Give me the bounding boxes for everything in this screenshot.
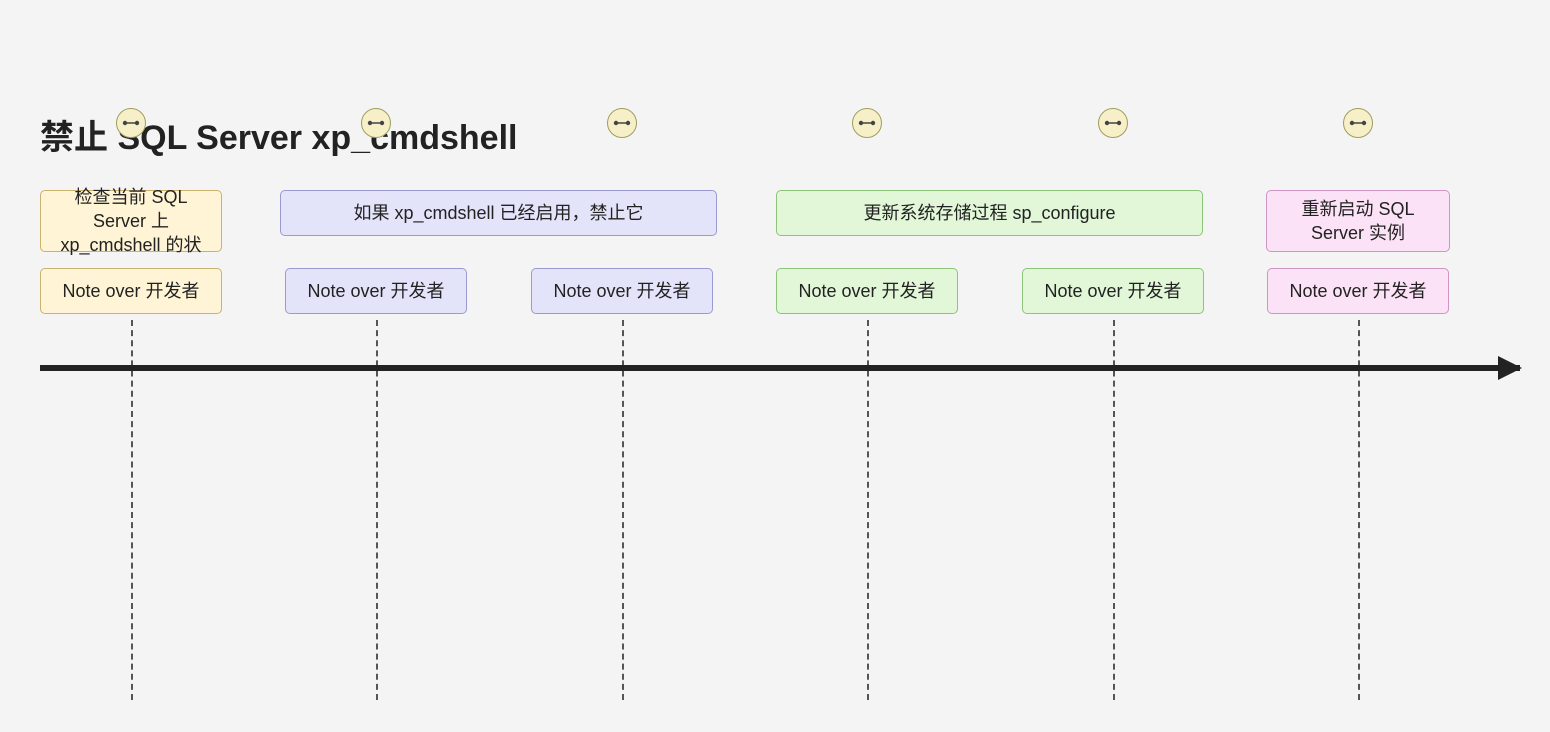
note-box: Note over 开发者 (776, 268, 958, 314)
timeline-lifeline (1113, 320, 1115, 700)
timeline-lifeline (867, 320, 869, 700)
section-box: 更新系统存储过程 sp_configure (776, 190, 1203, 236)
section-box: 重新启动 SQL Server 实例 (1266, 190, 1450, 252)
note-label: Note over 开发者 (798, 279, 935, 303)
section-box: 检查当前 SQL Server 上 xp_cmdshell 的状 (40, 190, 222, 252)
diagram-title: 禁止 SQL Server xp_cmdshell (40, 110, 517, 159)
note-label: Note over 开发者 (307, 279, 444, 303)
section-label: 检查当前 SQL Server 上 xp_cmdshell 的状 (51, 185, 211, 258)
timeline-node-icon (1098, 108, 1128, 138)
note-label: Note over 开发者 (553, 279, 690, 303)
note-label: Note over 开发者 (1289, 279, 1426, 303)
timeline-node-icon (852, 108, 882, 138)
timeline-lifeline (131, 320, 133, 700)
section-label: 重新启动 SQL Server 实例 (1277, 197, 1439, 246)
note-box: Note over 开发者 (1022, 268, 1204, 314)
section-label: 如果 xp_cmdshell 已经启用，禁止它 (353, 201, 643, 225)
note-label: Note over 开发者 (62, 279, 199, 303)
section-label: 更新系统存储过程 sp_configure (863, 201, 1115, 225)
note-box: Note over 开发者 (40, 268, 222, 314)
timeline-lifeline (622, 320, 624, 700)
timeline-axis (40, 365, 1520, 371)
note-box: Note over 开发者 (285, 268, 467, 314)
timeline-node-icon (361, 108, 391, 138)
timeline-lifeline (1358, 320, 1360, 700)
note-box: Note over 开发者 (1267, 268, 1449, 314)
timeline-node-icon (116, 108, 146, 138)
timeline-node-icon (607, 108, 637, 138)
note-box: Note over 开发者 (531, 268, 713, 314)
section-box: 如果 xp_cmdshell 已经启用，禁止它 (280, 190, 717, 236)
timeline-node-icon (1343, 108, 1373, 138)
timeline-lifeline (376, 320, 378, 700)
note-label: Note over 开发者 (1044, 279, 1181, 303)
